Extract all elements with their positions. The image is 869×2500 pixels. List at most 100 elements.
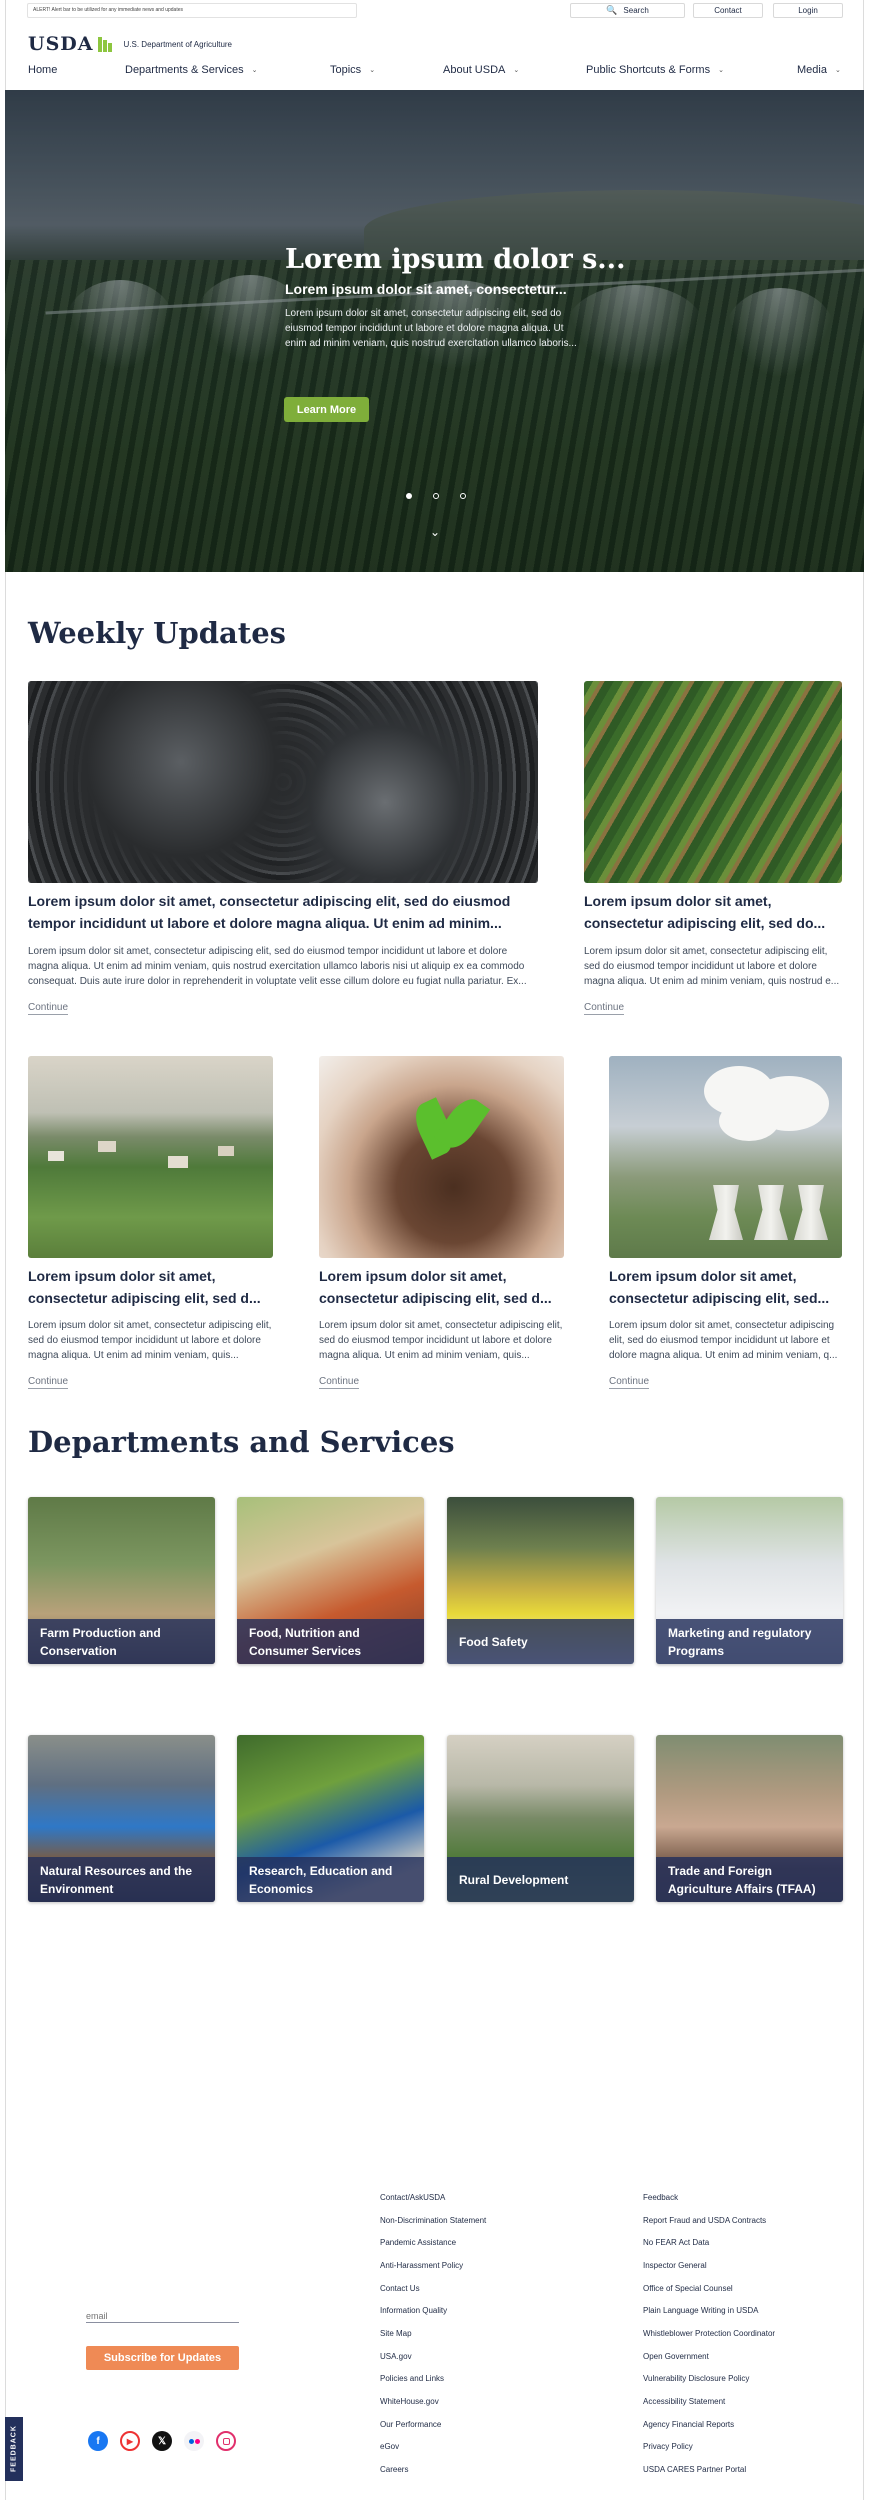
footer-link[interactable]: Report Fraud and USDA Contracts xyxy=(643,2216,766,2225)
house-shape xyxy=(48,1151,64,1161)
card-image-soil[interactable] xyxy=(28,681,538,883)
carousel-dot[interactable] xyxy=(406,493,412,499)
footer-link[interactable]: Vulnerability Disclosure Policy xyxy=(643,2374,749,2383)
logo-mark-icon xyxy=(97,36,118,52)
logo-wordmark: USDA xyxy=(28,33,94,55)
card-body: Lorem ipsum dolor sit amet, consectetur … xyxy=(584,946,840,987)
footer-link[interactable]: No FEAR Act Data xyxy=(643,2238,709,2247)
subscribe-button[interactable]: Subscribe for Updates xyxy=(86,2346,239,2370)
learn-more-button[interactable]: Learn More xyxy=(284,397,369,422)
footer-link[interactable]: Pandemic Assistance xyxy=(380,2238,456,2247)
footer-link[interactable]: Inspector General xyxy=(643,2261,707,2270)
facebook-icon[interactable]: f xyxy=(88,2431,108,2451)
contact-button-label: Contact xyxy=(714,6,742,15)
dept-card-natural-resources[interactable]: Natural Resources and the Environment xyxy=(28,1735,215,1902)
usda-logo[interactable]: USDA U.S. Department of Agriculture xyxy=(28,33,232,55)
dept-card-rural-development[interactable]: Rural Development xyxy=(447,1735,634,1902)
nav-item-topics[interactable]: Topics ⌄ xyxy=(330,64,375,76)
dept-card-trade[interactable]: Trade and Foreign Agriculture Affairs (T… xyxy=(656,1735,843,1902)
nav-label: Media xyxy=(797,64,827,76)
nav-label: Home xyxy=(28,64,58,76)
footer-link[interactable]: Site Map xyxy=(380,2329,412,2338)
footer-link[interactable]: USDA CARES Partner Portal xyxy=(643,2465,746,2474)
continue-link[interactable]: Continue xyxy=(28,1376,69,1389)
nav-item-public-shortcuts[interactable]: Public Shortcuts & Forms ⌄ xyxy=(586,64,724,76)
card-title[interactable]: Lorem ipsum dolor sit amet, consectetur … xyxy=(609,1265,842,1309)
footer-link[interactable]: Our Performance xyxy=(380,2420,441,2429)
nav-item-home[interactable]: Home xyxy=(28,64,57,76)
dept-card-label: Research, Education and Economics xyxy=(237,1857,424,1902)
card-title[interactable]: Lorem ipsum dolor sit amet, consectetur … xyxy=(28,890,538,934)
footer-link[interactable]: Open Government xyxy=(643,2352,709,2361)
nav-item-about[interactable]: About USDA ⌄ xyxy=(443,64,519,76)
chevron-down-icon: ⌄ xyxy=(718,67,724,74)
footer-link[interactable]: Careers xyxy=(380,2465,408,2474)
footer-link[interactable]: Contact/AskUSDA xyxy=(380,2193,445,2202)
card-image-cooling-towers[interactable] xyxy=(609,1056,842,1258)
dept-card-research[interactable]: Research, Education and Economics xyxy=(237,1735,424,1902)
carousel-dot[interactable] xyxy=(460,493,466,499)
house-shape xyxy=(98,1141,116,1152)
x-icon[interactable]: 𝕏 xyxy=(152,2431,172,2451)
card-image-houses[interactable] xyxy=(28,1056,273,1258)
nav-item-media[interactable]: Media ⌄ xyxy=(797,64,841,76)
card-body: Lorem ipsum dolor sit amet, consectetur … xyxy=(609,1320,838,1361)
login-button[interactable]: Login xyxy=(773,3,843,18)
footer-link[interactable]: WhiteHouse.gov xyxy=(380,2397,439,2406)
hero-title: Lorem ipsum dolor s... xyxy=(285,244,626,275)
weekly-updates-heading: Weekly Updates xyxy=(28,616,286,650)
dept-card-label: Food, Nutrition and Consumer Services xyxy=(237,1619,424,1664)
footer-link[interactable]: Non-Discrimination Statement xyxy=(380,2216,486,2225)
footer-link[interactable]: Anti-Harassment Policy xyxy=(380,2261,463,2270)
card-title[interactable]: Lorem ipsum dolor sit amet, consectetur … xyxy=(319,1265,564,1309)
carousel-dot[interactable] xyxy=(433,493,439,499)
house-shape xyxy=(218,1146,234,1156)
footer-link[interactable]: Agency Financial Reports xyxy=(643,2420,734,2429)
steam-cloud xyxy=(719,1101,779,1141)
footer-link[interactable]: Plain Language Writing in USDA xyxy=(643,2306,758,2315)
footer-link[interactable]: Information Quality xyxy=(380,2306,447,2315)
continue-link[interactable]: Continue xyxy=(28,1002,69,1015)
dept-card-label: Farm Production and Conservation xyxy=(28,1619,215,1664)
dept-card-food-safety[interactable]: Food Safety xyxy=(447,1497,634,1664)
search-button-label: Search xyxy=(623,6,649,15)
chevron-down-icon: ⌄ xyxy=(834,67,841,74)
dept-card-food-nutrition[interactable]: Food, Nutrition and Consumer Services xyxy=(237,1497,424,1664)
departments-heading: Departments and Services xyxy=(28,1425,455,1459)
footer-link[interactable]: Contact Us xyxy=(380,2284,420,2293)
dept-card-farm-production[interactable]: Farm Production and Conservation xyxy=(28,1497,215,1664)
continue-link[interactable]: Continue xyxy=(584,1002,625,1015)
house-shape xyxy=(168,1156,188,1168)
dept-card-label: Marketing and regulatory Programs xyxy=(656,1619,843,1664)
chevron-down-icon[interactable]: ⌄ xyxy=(430,525,440,539)
footer-link[interactable]: Feedback xyxy=(643,2193,678,2202)
dept-card-marketing[interactable]: Marketing and regulatory Programs xyxy=(656,1497,843,1664)
footer-link[interactable]: Whistleblower Protection Coordinator xyxy=(643,2329,775,2338)
card-image-field[interactable] xyxy=(584,681,842,883)
card-body: Lorem ipsum dolor sit amet, consectetur … xyxy=(319,1320,563,1361)
flickr-icon[interactable] xyxy=(184,2431,204,2451)
contact-button[interactable]: Contact xyxy=(693,3,763,18)
nav-item-departments[interactable]: Departments & Services ⌄ xyxy=(125,64,257,76)
email-field[interactable] xyxy=(86,2309,239,2323)
feedback-tab[interactable]: FEEDBACK xyxy=(5,2417,23,2481)
card-image-seedling[interactable] xyxy=(319,1056,564,1258)
footer-link[interactable]: Accessibility Statement xyxy=(643,2397,725,2406)
footer-link[interactable]: Office of Special Counsel xyxy=(643,2284,733,2293)
cooling-tower xyxy=(754,1185,788,1240)
instagram-icon[interactable] xyxy=(216,2431,236,2451)
footer-link[interactable]: eGov xyxy=(380,2442,399,2451)
footer-link[interactable]: Privacy Policy xyxy=(643,2442,693,2451)
footer-link[interactable]: USA.gov xyxy=(380,2352,412,2361)
search-button[interactable]: 🔍 Search xyxy=(570,3,685,18)
youtube-icon[interactable]: ▶ xyxy=(120,2431,140,2451)
chevron-down-icon: ⌄ xyxy=(369,67,376,74)
card-title[interactable]: Lorem ipsum dolor sit amet, consectetur … xyxy=(584,890,842,934)
login-button-label: Login xyxy=(798,6,818,15)
footer-link[interactable]: Policies and Links xyxy=(380,2374,444,2383)
continue-link[interactable]: Continue xyxy=(609,1376,650,1389)
continue-link[interactable]: Continue xyxy=(319,1376,360,1389)
chevron-down-icon: ⌄ xyxy=(251,67,258,74)
card-title[interactable]: Lorem ipsum dolor sit amet, consectetur … xyxy=(28,1265,273,1309)
card-body: Lorem ipsum dolor sit amet, consectetur … xyxy=(28,946,527,987)
